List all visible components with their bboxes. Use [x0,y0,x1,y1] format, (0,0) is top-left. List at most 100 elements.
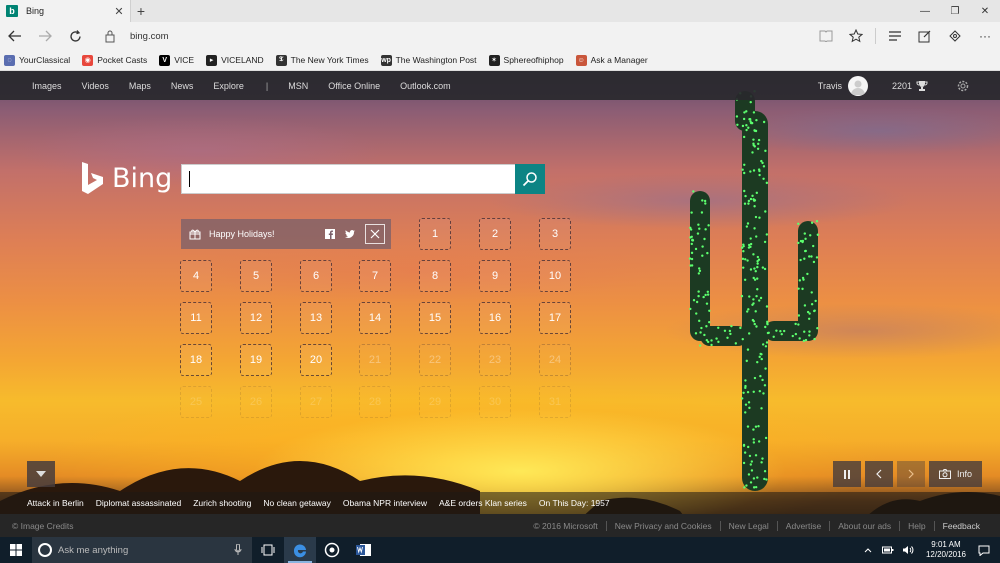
calendar-day-1[interactable]: 1 [419,218,451,250]
tab-bing[interactable]: b Bing ✕ [0,0,131,22]
favorite-label: Pocket Casts [97,55,148,65]
favorite-vice[interactable]: V VICE [159,54,194,66]
calendar-day-6[interactable]: 6 [300,260,332,292]
news-item[interactable]: Attack in Berlin [27,498,84,508]
footer-link-help[interactable]: Help [908,521,925,531]
avatar[interactable] [847,75,868,96]
calendar-day-2[interactable]: 2 [479,218,511,250]
footer-link-new-privacy-and-cookies[interactable]: New Privacy and Cookies [615,521,712,531]
calendar-day-22: 22 [419,344,451,376]
show-hidden-icons[interactable] [858,537,878,563]
restore-icon[interactable]: ❐ [940,0,970,22]
new-tab-button[interactable]: + [133,2,149,20]
volume-icon[interactable] [898,537,918,563]
clock[interactable]: 9:01 AM 12/20/2016 [926,540,966,560]
next-image-button[interactable] [897,461,925,487]
close-banner-button[interactable] [365,224,385,244]
edge-taskbar-button[interactable] [284,537,316,563]
search-button[interactable] [515,164,545,194]
news-item[interactable]: A&E orders Klan series [439,498,527,508]
minimize-icon[interactable]: — [910,0,940,22]
address-bar: bing.com ··· [0,22,1000,50]
calendar-day-7[interactable]: 7 [359,260,391,292]
previous-image-button[interactable] [865,461,893,487]
calendar-day-4[interactable]: 4 [180,260,212,292]
news-item[interactable]: Diplomat assassinated [96,498,182,508]
nav-videos[interactable]: Videos [82,81,109,91]
favorite-the-new-york-times[interactable]: 𝕿 The New York Times [275,54,369,66]
image-info-button[interactable]: Info [929,461,982,487]
more-icon[interactable]: ··· [970,22,1000,50]
calendar-day-15[interactable]: 15 [419,302,451,334]
twitter-icon[interactable] [345,229,355,239]
hub-icon[interactable] [880,22,910,50]
calendar-day-13[interactable]: 13 [300,302,332,334]
favorite-yourclassical[interactable]: ◌ YourClassical [4,54,70,66]
share-icon[interactable] [940,22,970,50]
news-item[interactable]: Obama NPR interview [343,498,427,508]
close-tab-icon[interactable]: ✕ [111,3,127,19]
calendar-day-10[interactable]: 10 [539,260,571,292]
calendar-day-20[interactable]: 20 [300,344,332,376]
favorite-pocket-casts[interactable]: ◉ Pocket Casts [82,54,148,66]
search-input[interactable] [181,164,516,194]
close-window-icon[interactable]: ✕ [970,0,1000,22]
calendar-day-14[interactable]: 14 [359,302,391,334]
calendar-day-3[interactable]: 3 [539,218,571,250]
calendar-day-8[interactable]: 8 [419,260,451,292]
bing-logo[interactable]: Bing [80,161,172,195]
calendar-day-19[interactable]: 19 [240,344,272,376]
scroll-down-button[interactable] [27,461,55,487]
pause-button[interactable] [833,461,861,487]
groove-taskbar-button[interactable] [316,537,348,563]
favorite-the-washington-post[interactable]: wp The Washington Post [380,54,477,66]
calendar-day-17[interactable]: 17 [539,302,571,334]
rewards-trophy-icon[interactable] [916,80,928,92]
calendar-day-27: 27 [300,386,332,418]
url-field[interactable]: bing.com [104,26,824,46]
favorite-ask-a-manager[interactable]: ☺ Ask a Manager [575,54,648,66]
task-view-button[interactable] [252,537,284,563]
calendar-day-5[interactable]: 5 [240,260,272,292]
favorite-star-icon[interactable] [841,22,871,50]
news-item[interactable]: No clean getaway [263,498,331,508]
nav-maps[interactable]: Maps [129,81,151,91]
footer-link-feedback[interactable]: Feedback [943,521,980,531]
footer-link-advertise[interactable]: Advertise [786,521,821,531]
nav-images[interactable]: Images [32,81,62,91]
refresh-button[interactable] [60,22,90,50]
nav-explore[interactable]: Explore [213,81,244,91]
image-credits-link[interactable]: © Image Credits [12,521,74,531]
word-taskbar-button[interactable] [348,537,380,563]
nav-news[interactable]: News [171,81,194,91]
news-item[interactable]: Zurich shooting [193,498,251,508]
web-note-icon[interactable] [910,22,940,50]
holiday-banner[interactable]: Happy Holidays! [181,219,391,249]
news-item[interactable]: On This Day: 1957 [539,498,610,508]
calendar-day-12[interactable]: 12 [240,302,272,334]
calendar-day-11[interactable]: 11 [180,302,212,334]
calendar-day-16[interactable]: 16 [479,302,511,334]
reading-view-icon[interactable] [811,22,841,50]
footer-link-about-our-ads[interactable]: About our ads [838,521,891,531]
back-button[interactable] [0,22,30,50]
battery-icon[interactable] [878,537,898,563]
image-controls: Info [833,461,982,487]
nav-office-online[interactable]: Office Online [328,81,380,91]
start-button[interactable] [0,537,32,563]
action-center-button[interactable] [974,537,994,563]
nav-msn[interactable]: MSN [288,81,308,91]
user-name[interactable]: Travis [818,81,842,91]
footer-link-new-legal[interactable]: New Legal [729,521,769,531]
favorite-viceland[interactable]: ▸ VICELAND [206,54,264,66]
calendar-day-18[interactable]: 18 [180,344,212,376]
settings-gear-icon[interactable] [956,79,970,93]
forward-button[interactable] [30,22,60,50]
microphone-icon[interactable] [234,544,242,556]
calendar-day-9[interactable]: 9 [479,260,511,292]
rewards-count[interactable]: 2201 [892,81,912,91]
facebook-icon[interactable] [325,229,335,239]
cortana-search-box[interactable]: Ask me anything [32,537,252,563]
favorite-sphereofhiphop[interactable]: ✶ Sphereofhiphop [488,54,564,66]
nav-outlook-com[interactable]: Outlook.com [400,81,451,91]
